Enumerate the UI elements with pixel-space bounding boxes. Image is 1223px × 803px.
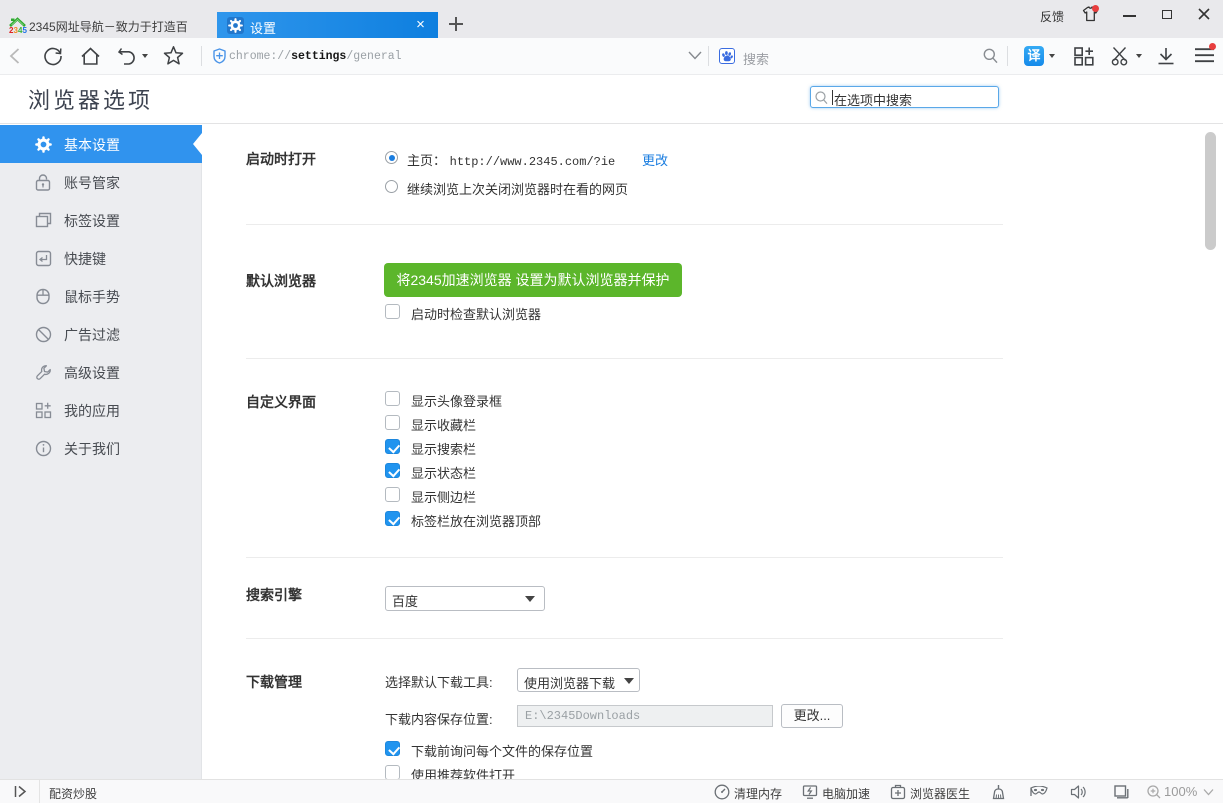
svg-text:5: 5	[23, 26, 28, 34]
